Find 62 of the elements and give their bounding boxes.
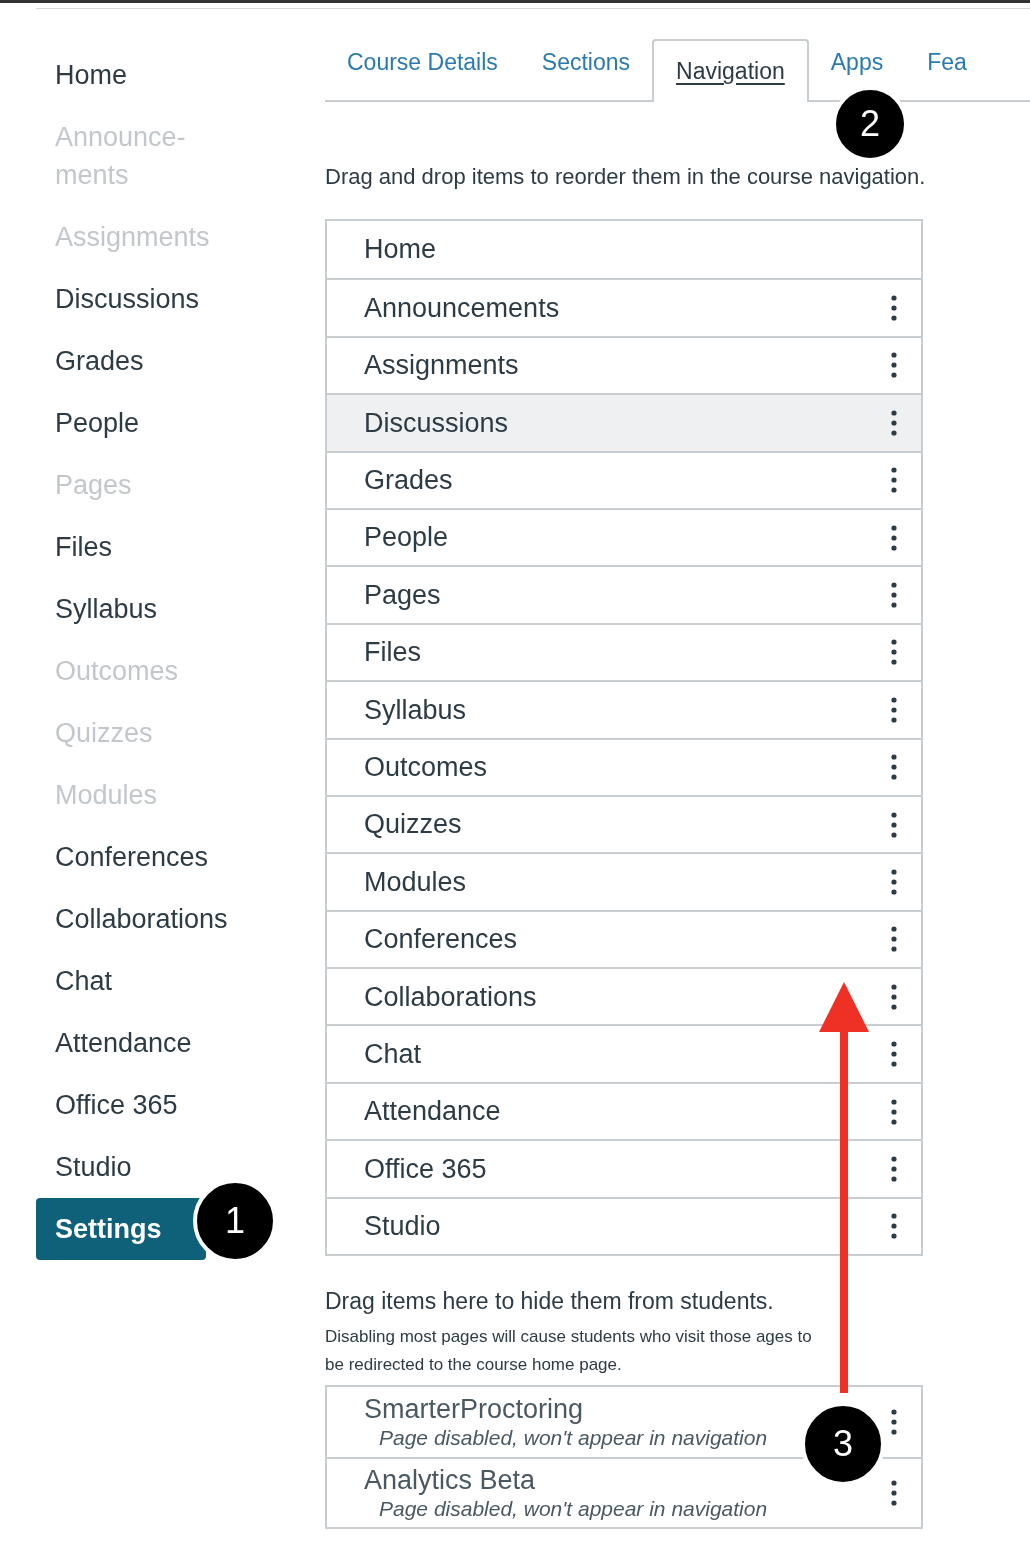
more-options-icon[interactable] xyxy=(891,925,897,954)
sidebar-link[interactable]: Chat xyxy=(55,962,325,1000)
more-options-icon[interactable] xyxy=(891,982,897,1011)
sidebar-link[interactable]: Discussions xyxy=(55,280,325,318)
more-options-icon[interactable] xyxy=(891,1154,897,1183)
more-options-icon[interactable] xyxy=(891,1407,897,1436)
sidebar-link[interactable]: Syllabus xyxy=(55,590,325,628)
more-options-icon[interactable] xyxy=(891,1040,897,1069)
more-options-icon[interactable] xyxy=(891,581,897,610)
navigation-item-label: Quizzes xyxy=(364,808,462,842)
navigation-item-label: Syllabus xyxy=(364,693,467,727)
hidden-item-label: Analytics Beta xyxy=(364,1463,537,1496)
navigation-item-label: Studio xyxy=(364,1210,441,1244)
more-options-icon[interactable] xyxy=(891,408,897,437)
sidebar-link[interactable]: People xyxy=(55,404,325,442)
navigation-item-label: Announcements xyxy=(364,291,560,325)
navigation-item-label: Chat xyxy=(364,1037,422,1071)
more-options-icon[interactable] xyxy=(891,695,897,724)
navigation-item-label: Files xyxy=(364,636,421,670)
more-options-icon[interactable] xyxy=(891,1097,897,1126)
more-options-icon[interactable] xyxy=(891,810,897,839)
navigation-item-label: Collaborations xyxy=(364,980,537,1014)
navigation-item-label: Grades xyxy=(364,464,453,497)
navigation-item-label: Modules xyxy=(364,865,467,899)
sidebar-link[interactable]: Conferences xyxy=(55,838,325,876)
more-options-icon[interactable] xyxy=(891,638,897,667)
more-options-icon[interactable] xyxy=(891,868,897,896)
tab[interactable]: Course Details xyxy=(325,42,520,82)
navigation-item-label: Pages xyxy=(364,578,441,612)
navigation-item-label: Attendance xyxy=(364,1095,501,1129)
navigation-item-label: Office 365 xyxy=(364,1152,487,1186)
sidebar-link[interactable]: Grades xyxy=(55,342,325,380)
more-options-icon[interactable] xyxy=(891,351,897,380)
sidebar-link[interactable]: Collaborations xyxy=(55,900,325,938)
tab[interactable]: Apps xyxy=(808,42,906,82)
hidden-section-title: Drag items here to hide them from students. xyxy=(325,1287,775,1317)
navigation-item-label: Conferences xyxy=(364,923,518,957)
sidebar-link[interactable]: Settings xyxy=(36,1198,206,1260)
tab[interactable]: Navigation xyxy=(652,39,809,102)
navigation-item-label: Outcomes xyxy=(364,750,488,784)
hidden-section-note: Disabling most pages will cause students who visit those ages to be redirected to the course home page. xyxy=(325,1325,813,1376)
more-options-icon[interactable] xyxy=(891,753,897,782)
hidden-item-label: SmarterProctoring xyxy=(364,1392,585,1425)
navigation-item[interactable]: Discussions xyxy=(327,393,921,451)
more-options-icon[interactable] xyxy=(891,466,897,495)
tab[interactable]: Fea xyxy=(905,42,989,82)
navigation-item-label: People xyxy=(364,521,449,555)
sidebar-link[interactable]: Office 365 xyxy=(55,1086,325,1124)
more-options-icon[interactable] xyxy=(891,1212,897,1241)
tab[interactable]: Sections xyxy=(519,42,653,82)
more-options-icon[interactable] xyxy=(891,523,897,552)
hidden-item-status: Page disabled, won't appear in navigation xyxy=(378,1424,768,1451)
more-options-icon[interactable] xyxy=(891,1478,897,1507)
navigation-item-label: Assignments xyxy=(364,349,519,383)
navigation-item-label: Discussions xyxy=(364,406,509,440)
sidebar-link[interactable]: Attendance xyxy=(55,1024,325,1062)
navigation-item-label: Home xyxy=(364,233,437,267)
sidebar-link[interactable]: Home xyxy=(55,56,325,94)
hidden-item-status: Page disabled, won't appear in navigation xyxy=(378,1495,768,1522)
instructions-text: Drag and drop items to reorder them in the course navigation. xyxy=(325,163,927,191)
sidebar-link[interactable]: Files xyxy=(55,528,325,566)
more-options-icon[interactable] xyxy=(891,294,897,323)
